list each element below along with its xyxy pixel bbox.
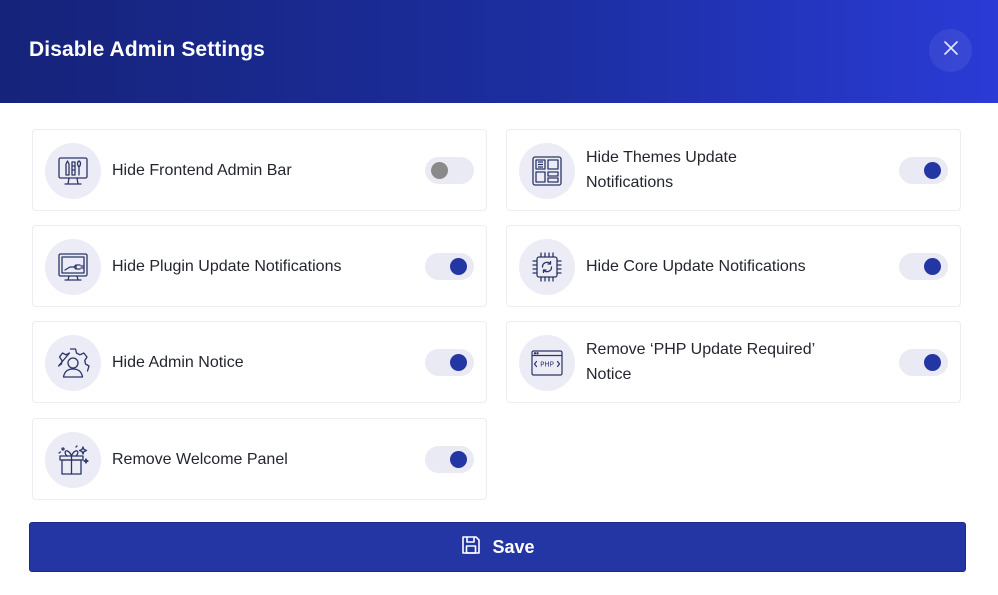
cpu-refresh-icon: [519, 239, 575, 295]
php-window-icon: PHP: [519, 335, 575, 391]
svg-text:PHP: PHP: [540, 361, 554, 369]
gift-stars-icon: [45, 432, 101, 488]
user-gear-icon: [45, 335, 101, 391]
disable-admin-settings-dialog: Disable Admin Settings Hide Frontend Adm…: [0, 0, 998, 595]
setting-card-remove-php-update-required-notice: PHP Remove ‘PHP Update Required’ Notice: [506, 321, 961, 403]
toggle-knob: [924, 162, 941, 179]
toggle-remove-php-update-required-notice[interactable]: [899, 349, 948, 376]
toggle-knob: [450, 354, 467, 371]
toggle-knob: [924, 354, 941, 371]
setting-card-hide-plugin-update-notifications: Hide Plugin Update Notifications: [32, 225, 487, 307]
monitor-tools-icon: [45, 143, 101, 199]
setting-label: Remove Welcome Panel: [112, 450, 288, 468]
layout-grid-icon: [519, 143, 575, 199]
setting-card-hide-themes-update-notifications: Hide Themes Update Notifications: [506, 129, 961, 211]
plugin-plug-icon: [45, 239, 101, 295]
setting-label: Hide Core Update Notifications: [586, 257, 806, 275]
close-button[interactable]: [929, 29, 972, 72]
setting-label: Hide Themes Update Notifications: [586, 149, 737, 191]
setting-label: Hide Admin Notice: [112, 353, 244, 371]
close-icon: [943, 41, 958, 60]
setting-label: Hide Plugin Update Notifications: [112, 257, 342, 275]
toggle-knob: [924, 258, 941, 275]
toggle-knob: [450, 451, 467, 468]
setting-card-remove-welcome-panel: Remove Welcome Panel: [32, 418, 487, 500]
toggle-hide-admin-notice[interactable]: [425, 349, 474, 376]
floppy-disk-icon: [460, 534, 482, 561]
toggle-knob: [450, 258, 467, 275]
save-button-label: Save: [492, 536, 535, 557]
setting-card-hide-core-update-notifications: Hide Core Update Notifications: [506, 225, 961, 307]
toggle-hide-themes-update-notifications[interactable]: [899, 157, 948, 184]
setting-card-hide-frontend-admin-bar: Hide Frontend Admin Bar: [32, 129, 487, 211]
toggle-hide-frontend-admin-bar[interactable]: [425, 157, 474, 184]
dialog-title: Disable Admin Settings: [29, 38, 265, 61]
dialog-header: Disable Admin Settings: [0, 0, 998, 103]
setting-label: Remove ‘PHP Update Required’ Notice: [586, 341, 815, 383]
save-button[interactable]: Save: [29, 522, 966, 572]
setting-label: Hide Frontend Admin Bar: [112, 161, 292, 179]
toggle-knob: [431, 162, 448, 179]
toggle-hide-core-update-notifications[interactable]: [899, 253, 948, 280]
toggle-hide-plugin-update-notifications[interactable]: [425, 253, 474, 280]
toggle-remove-welcome-panel[interactable]: [425, 446, 474, 473]
setting-card-hide-admin-notice: Hide Admin Notice: [32, 321, 487, 403]
